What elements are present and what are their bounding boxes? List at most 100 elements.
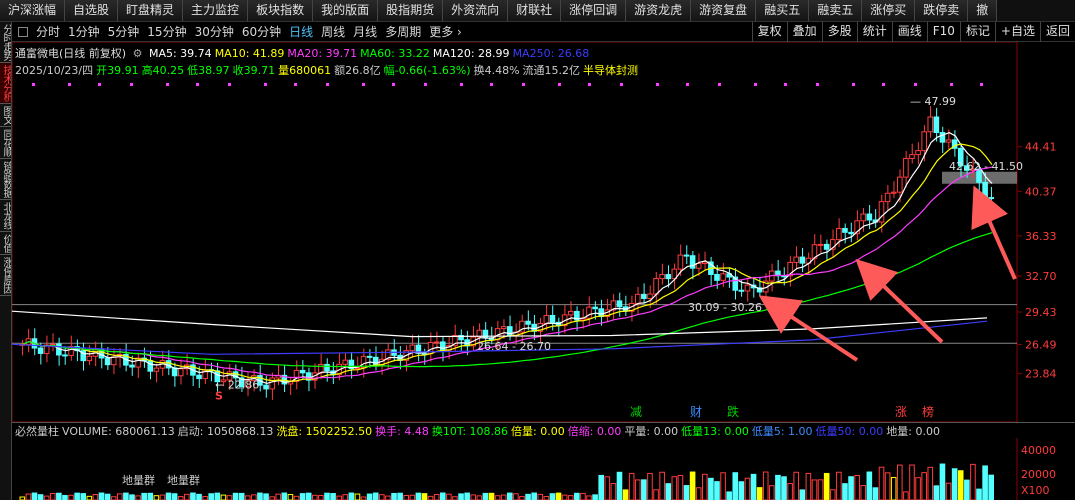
period-7[interactable]: 周线 xyxy=(317,23,349,40)
volume-bar xyxy=(762,471,769,500)
top-tab-8[interactable]: 财联社 xyxy=(508,0,562,21)
volume-bar xyxy=(921,472,927,500)
left-tab-1[interactable]: 技术分析 xyxy=(0,63,11,104)
toolbar-button-7[interactable]: +自选 xyxy=(994,22,1040,42)
toolbar-button-8[interactable]: 返回 xyxy=(1039,22,1075,42)
period-10[interactable]: 更多 › xyxy=(425,23,466,40)
volume-field-0: 必然量柱 xyxy=(15,425,59,438)
candle-body xyxy=(842,227,848,233)
ma-legend: 通富微电(日线 前复权) ⚙ MA5: 39.74 MA10: 41.89 MA20… xyxy=(15,45,592,61)
period-0[interactable]: 分时 xyxy=(32,23,64,40)
period-2[interactable]: 5分钟 xyxy=(104,23,144,40)
candle-body xyxy=(366,355,373,358)
volume-bar xyxy=(403,494,409,500)
top-tab-10[interactable]: 游资龙虎 xyxy=(626,0,692,21)
quote-field-8: 换4.48% xyxy=(473,64,520,77)
period-6[interactable]: 日线 xyxy=(285,23,317,40)
candle-body xyxy=(915,150,921,156)
volume-bar xyxy=(549,493,556,500)
volume-bar xyxy=(507,492,513,500)
volume-bar xyxy=(348,492,355,500)
left-tab-0[interactable]: 分时走势 xyxy=(0,22,11,63)
top-tab-5[interactable]: 我的版面 xyxy=(313,0,379,21)
volume-chart[interactable]: 40000 20000 X100 地量群 地量群 xyxy=(12,438,1075,500)
volume-bar xyxy=(74,492,80,500)
top-tab-4[interactable]: 板块指数 xyxy=(248,0,314,21)
toolbar-button-3[interactable]: 统计 xyxy=(856,22,892,42)
volume-bar xyxy=(945,482,952,500)
candle-body xyxy=(823,243,830,250)
volume-bar xyxy=(634,479,641,500)
signal-dot xyxy=(656,83,659,86)
candle-body xyxy=(866,213,873,221)
top-tab-1[interactable]: 自选股 xyxy=(65,0,119,21)
volume-bar xyxy=(470,494,477,500)
kline-chart[interactable]: 44.41 40.37 36.33 32.70 29.43 26.49 23.84 — 47.… xyxy=(12,42,1075,422)
annotation-arrow-1 xyxy=(855,258,944,344)
candle-body xyxy=(659,274,665,280)
signal-dot xyxy=(460,83,463,86)
volume-bar xyxy=(677,474,684,500)
top-tab-15[interactable]: 跌停卖 xyxy=(915,0,969,21)
toolbar-button-6[interactable]: 标记 xyxy=(959,22,995,42)
volume-bar xyxy=(580,492,586,500)
toolbar-button-0[interactable]: 复权 xyxy=(751,22,787,42)
signal-dot xyxy=(852,83,855,86)
quote-field-6: 额26.8亿 xyxy=(334,64,381,77)
top-tab-14[interactable]: 涨停买 xyxy=(862,0,916,21)
candle-body xyxy=(177,368,184,377)
top-tab-9[interactable]: 涨停回调 xyxy=(561,0,627,21)
volume-bar xyxy=(208,493,214,500)
top-tab-7[interactable]: 外资流向 xyxy=(443,0,509,21)
volume-bar xyxy=(415,492,422,500)
left-tab-5[interactable]: 北龙线 xyxy=(0,200,11,232)
top-tab-16[interactable]: 撤 xyxy=(968,0,998,21)
toolbar-button-1[interactable]: 叠加 xyxy=(786,22,822,42)
toolbar-button-2[interactable]: 多股 xyxy=(821,22,857,42)
top-tab-11[interactable]: 游资复盘 xyxy=(691,0,757,21)
period-9[interactable]: 多周期 xyxy=(381,23,425,40)
toolbar-button-4[interactable]: 画线 xyxy=(891,22,927,42)
volume-bar xyxy=(263,493,269,500)
left-tab-4[interactable]: 链路数据 xyxy=(0,159,11,200)
volume-field-6: 倍量: 0.00 xyxy=(511,425,565,438)
volume-bar xyxy=(427,495,434,500)
period-5[interactable]: 60分钟 xyxy=(238,23,285,40)
volume-group-label-1: 地量群 xyxy=(167,473,200,487)
period-4[interactable]: 30分钟 xyxy=(191,23,238,40)
signal-dot xyxy=(424,83,427,86)
volume-bar xyxy=(354,493,361,500)
candle-body xyxy=(720,273,726,281)
left-tab-7[interactable]: 涨停原因 xyxy=(0,255,11,296)
top-tab-3[interactable]: 主力监控 xyxy=(183,0,249,21)
volume-bar xyxy=(56,492,62,500)
volume-bar xyxy=(817,479,824,500)
top-tab-13[interactable]: 融卖五 xyxy=(809,0,863,21)
signal-dot xyxy=(686,83,689,86)
top-tab-6[interactable]: 股指期货 xyxy=(378,0,444,21)
top-tab-12[interactable]: 融买五 xyxy=(756,0,810,21)
left-tab-3[interactable]: 同花顺 xyxy=(0,127,11,159)
top-tab-0[interactable]: 沪深涨幅 xyxy=(0,0,66,21)
volume-bar xyxy=(251,494,257,500)
toolbar-button-5[interactable]: F10 xyxy=(926,22,960,42)
volume-bar xyxy=(177,496,184,500)
top-tab-2[interactable]: 盯盘精灵 xyxy=(118,0,184,21)
period-1[interactable]: 1分钟 xyxy=(64,23,104,40)
toggle-square-icon[interactable] xyxy=(18,26,28,37)
stock-name: 通富微电(日线 前复权) xyxy=(15,47,127,60)
volume-bar xyxy=(25,493,32,500)
candle-body xyxy=(147,360,154,372)
candle-body xyxy=(62,354,68,357)
left-tab-2[interactable]: 图文 xyxy=(0,104,11,127)
settings-icon[interactable]: ⚙ xyxy=(133,47,143,60)
volume-bar xyxy=(586,495,592,500)
period-3[interactable]: 15分钟 xyxy=(143,23,190,40)
volume-bar xyxy=(909,464,915,500)
volume-bar xyxy=(281,492,288,500)
period-8[interactable]: 月线 xyxy=(349,23,381,40)
volume-bar xyxy=(397,492,403,500)
band2-label: 30.09 - 30.26 xyxy=(688,301,762,314)
signal-dot xyxy=(362,83,365,86)
left-tab-6[interactable]: 价值 xyxy=(0,232,11,255)
